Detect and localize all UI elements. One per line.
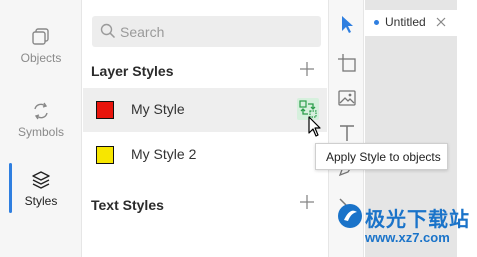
search-box[interactable] [92,16,321,47]
search-icon [100,23,116,39]
mouse-cursor-icon [308,116,321,137]
image-icon[interactable] [337,88,357,108]
watermark-logo-icon [338,204,362,228]
styles-icon [32,171,50,189]
nav-active-indicator [9,163,12,213]
unsaved-dot-icon [374,20,379,25]
text-icon[interactable] [337,123,357,143]
tooltip-text: Apply Style to objects [326,150,441,164]
objects-icon [32,28,49,45]
style-name: My Style [131,101,185,117]
document-tab[interactable]: Untitled [365,10,457,36]
nav-label-objects: Objects [20,51,62,65]
watermark-text: 极光下载站 [365,207,470,231]
left-nav: Objects Symbols Styles [0,0,82,257]
apply-style-tooltip: Apply Style to objects [315,143,448,170]
nav-item-objects[interactable]: Objects [0,20,82,82]
nav-label-styles: Styles [24,194,58,208]
nav-item-symbols[interactable]: Symbols [0,94,82,156]
layer-style-row[interactable]: My Style [83,88,327,132]
add-layer-style-button[interactable] [298,60,316,78]
text-styles-title: Text Styles [91,197,164,213]
watermark-url: www.xz7.com [365,230,450,245]
symbols-icon [34,102,48,120]
pointer-icon[interactable] [337,14,357,34]
watermark: 极光下载站 www.xz7.com [337,197,472,252]
tab-title: Untitled [385,15,426,29]
add-text-style-button[interactable] [298,193,316,211]
style-swatch [96,146,114,164]
nav-label-symbols: Symbols [17,125,64,139]
layer-styles-title: Layer Styles [91,63,174,79]
search-input[interactable] [120,21,310,42]
close-icon[interactable] [435,16,447,28]
styles-panel: Layer Styles My Style My Style 2 Text St… [83,0,327,257]
nav-item-styles[interactable]: Styles [0,163,82,225]
layer-style-row[interactable]: My Style 2 [83,133,327,177]
artboard-icon[interactable] [337,53,357,73]
style-name: My Style 2 [131,146,197,162]
style-swatch [96,101,114,119]
